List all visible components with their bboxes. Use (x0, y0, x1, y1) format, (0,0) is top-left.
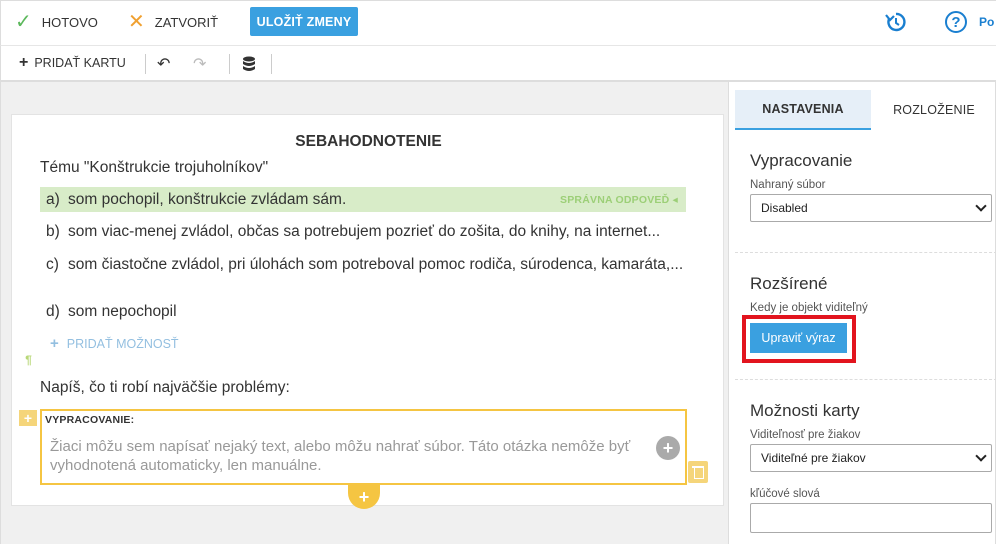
section-divider (735, 379, 996, 380)
properties-panel: NASTAVENIA ROZLOŽENIE Vypracovanie Nahra… (728, 82, 996, 544)
add-card-button[interactable]: + PRIDAŤ KARTU (19, 54, 126, 71)
redo-icon[interactable]: ↷ (193, 54, 206, 74)
done-button[interactable]: ✓ HOTOVO (15, 1, 98, 43)
option-a[interactable]: a) som pochopil, konštrukcie zvládam sám… (40, 187, 686, 212)
toolbar-divider (145, 54, 146, 74)
undo-icon[interactable]: ↶ (157, 54, 170, 74)
visibility-label: Viditeľnosť pre žiakov (750, 429, 861, 441)
paragraph-marker-icon: ¶ (25, 353, 32, 367)
done-label: HOTOVO (41, 14, 98, 30)
close-label: ZATVORIŤ (154, 14, 219, 30)
toolbar-divider (229, 54, 230, 74)
option-d[interactable]: d) som nepochopil (40, 303, 686, 325)
option-text: som nepochopil (68, 303, 177, 320)
add-card-label: PRIDAŤ KARTU (34, 56, 126, 70)
keywords-label: kľúčové slová (750, 488, 820, 500)
close-icon: ✕ (128, 11, 145, 33)
check-icon: ✓ (15, 11, 32, 33)
select-value: Viditeľné pre žiakov (761, 451, 866, 465)
section-divider (735, 252, 996, 253)
correct-answer-tag: SPRÁVNA ODPOVEĎ ◂ (560, 194, 678, 206)
database-icon[interactable] (242, 56, 256, 72)
help-label[interactable]: Po (979, 15, 994, 29)
toolbar-divider (271, 54, 272, 74)
edit-expression-button[interactable]: Upraviť výraz (750, 323, 847, 353)
close-button[interactable]: ✕ ZATVORIŤ (128, 1, 218, 43)
add-block-left-icon[interactable]: + (19, 410, 37, 426)
editor-canvas: SEBAHODNOTENIE Tému "Konštrukcie trojuho… (0, 82, 728, 544)
add-block-below-icon[interactable]: + (348, 485, 380, 509)
add-option-label: PRIDAŤ MOŽNOSŤ (66, 336, 179, 351)
section-title-advanced: Rozšírené (750, 274, 828, 293)
keywords-input[interactable] (750, 503, 992, 533)
uploaded-file-select[interactable]: Disabled (750, 194, 992, 222)
save-changes-button[interactable]: ULOŽIŤ ZMENY (250, 7, 358, 36)
select-value: Disabled (761, 201, 808, 215)
chevron-down-icon (975, 200, 987, 212)
option-label: a) (46, 191, 60, 208)
option-text: som čiastočne zvládol, pri úlohách som p… (68, 256, 684, 273)
add-option-button[interactable]: + PRIDAŤ MOŽNOSŤ (50, 335, 179, 352)
history-icon[interactable] (885, 11, 907, 33)
option-label: b) (46, 223, 60, 240)
prompt-text: Napíš, čo ti robí najväčšie problémy: (40, 379, 290, 396)
help-icon[interactable]: ? (945, 11, 967, 33)
option-text: som viac-menej zvládol, občas sa potrebu… (68, 223, 661, 240)
add-circle-icon[interactable]: + (656, 436, 680, 460)
section-title-submission: Vypracovanie (750, 151, 853, 170)
self-assessment-card[interactable]: SEBAHODNOTENIE Tému "Konštrukcie trojuho… (11, 114, 724, 509)
plus-icon: + (19, 54, 29, 71)
section-title-card-options: Možnosti karty (750, 401, 860, 420)
visibility-select[interactable]: Viditeľné pre žiakov (750, 444, 992, 472)
visibility-condition-label: Kedy je objekt viditeľný (750, 302, 868, 314)
answer-placeholder: Žiaci môžu sem napísať nejaký text, aleb… (50, 438, 631, 474)
uploaded-file-label: Nahraný súbor (750, 179, 826, 191)
answer-label: VYPRACOVANIE: (45, 414, 135, 426)
chevron-down-icon (975, 450, 987, 462)
tab-settings[interactable]: NASTAVENIA (735, 90, 871, 130)
option-label: c) (46, 256, 59, 273)
editor-toolbar: + PRIDAŤ KARTU ↶ ↷ (0, 46, 996, 82)
option-c[interactable]: c) som čiastočne zvládol, pri úlohách so… (40, 256, 686, 296)
answer-block[interactable]: VYPRACOVANIE: Žiaci môžu sem napísať nej… (40, 409, 687, 485)
card-title: SEBAHODNOTENIE (295, 133, 442, 150)
option-label: d) (46, 303, 60, 320)
trash-icon[interactable] (688, 461, 708, 483)
tab-layout[interactable]: ROZLOŽENIE (871, 90, 996, 130)
top-bar: ✓ HOTOVO ✕ ZATVORIŤ ULOŽIŤ ZMENY ? Po (0, 0, 996, 46)
option-b[interactable]: b) som viac-menej zvládol, občas sa potr… (40, 223, 686, 245)
plus-icon: + (50, 335, 59, 352)
question-text: Tému "Konštrukcie trojuholníkov" (40, 159, 269, 176)
